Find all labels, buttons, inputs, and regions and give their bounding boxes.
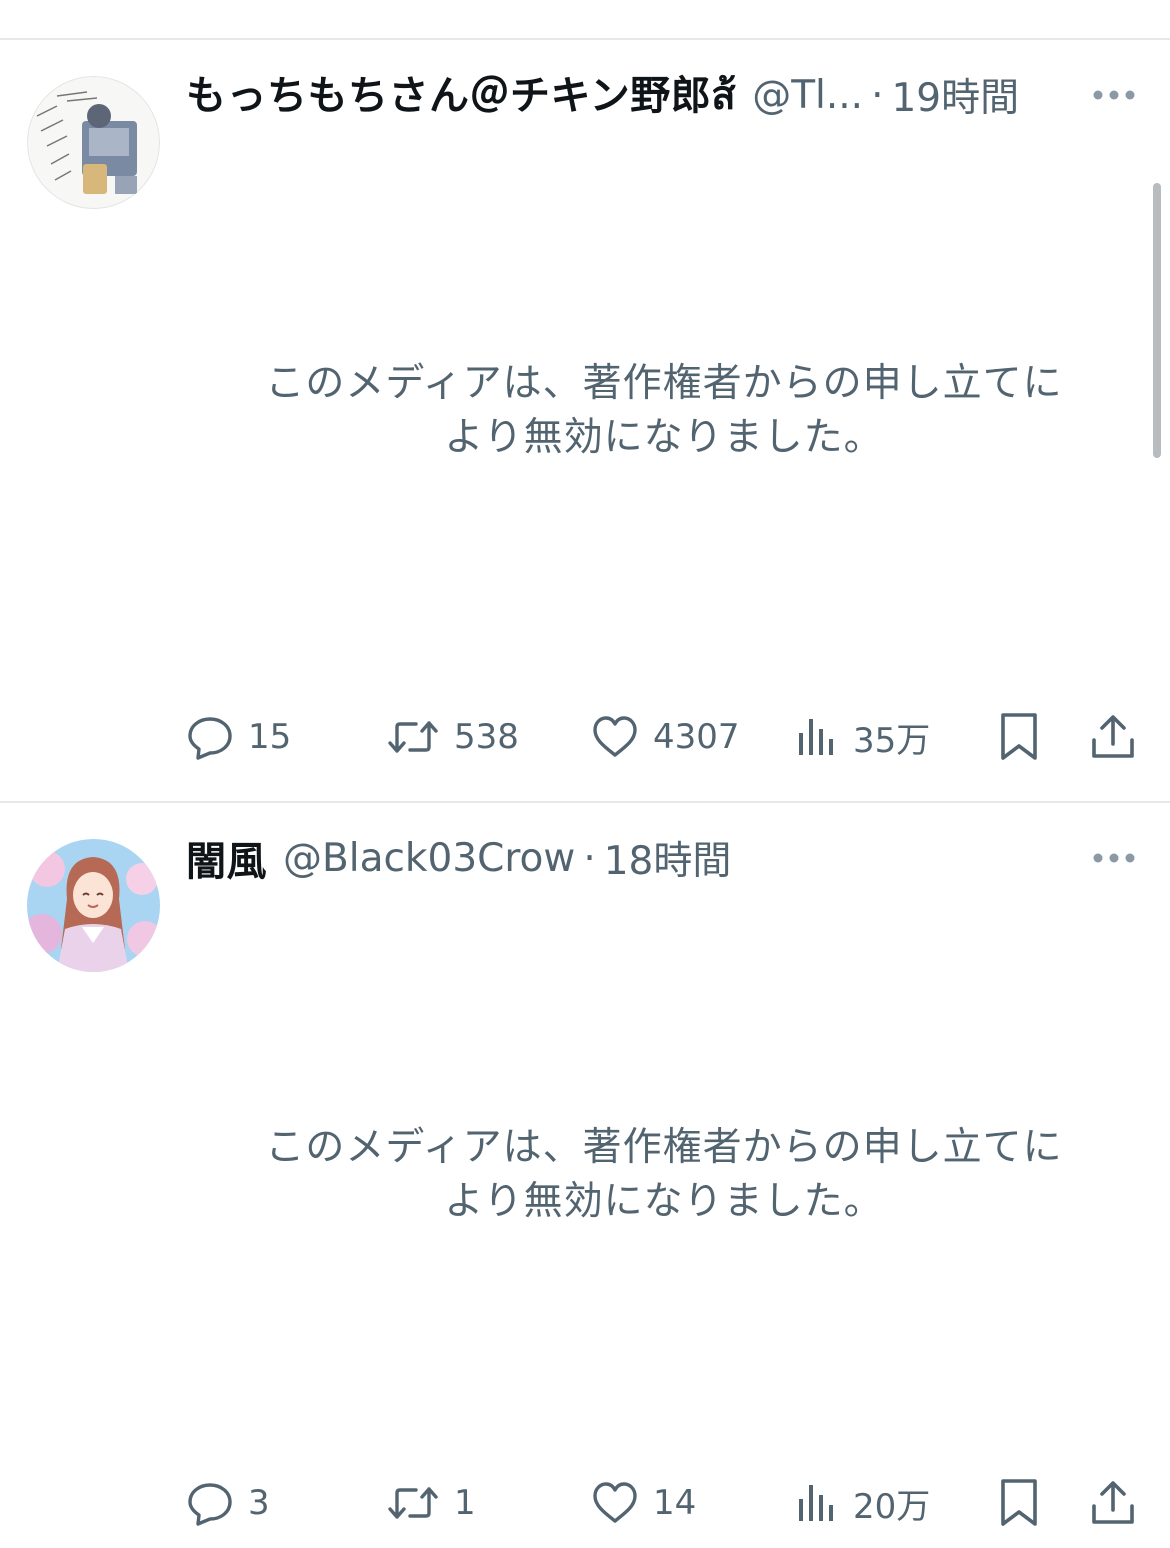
- timestamp[interactable]: 18時間: [604, 830, 732, 886]
- views-button[interactable]: 35万: [795, 707, 930, 767]
- notice-line-2: より無効になりました。: [444, 415, 884, 460]
- ellipsis-icon: [1093, 90, 1135, 100]
- view-count: 35万: [853, 720, 931, 761]
- tweet-2[interactable]: 闇風 @Black03Crow · 18時間 このメディアは、著作権者からの申し…: [0, 803, 1170, 1548]
- heart-icon: [593, 716, 637, 757]
- ellipsis-icon: [1093, 853, 1135, 863]
- view-count: 20万: [853, 1486, 931, 1527]
- retweet-arrows-icon: [388, 1487, 438, 1519]
- display-name[interactable]: もっちもちさん＠チキン野郎ส้: [186, 65, 736, 125]
- more-options-button[interactable]: [1092, 838, 1136, 878]
- display-name[interactable]: 闇風: [186, 829, 267, 887]
- reply-count: 15: [248, 717, 292, 757]
- tweet-header: もっちもちさん＠チキン野郎ส้ @Tl... · 19時間: [186, 65, 1050, 125]
- views-button[interactable]: 20万: [795, 1473, 930, 1533]
- share-button[interactable]: [1088, 707, 1138, 767]
- avatar[interactable]: [27, 76, 160, 209]
- user-handle[interactable]: @Black03Crow: [283, 836, 575, 881]
- speech-bubble-icon: [188, 1483, 232, 1526]
- timestamp[interactable]: 19時間: [891, 67, 1019, 123]
- action-bar: 3 1 14 20万: [0, 1473, 1170, 1533]
- notice-line-2: より無効になりました。: [444, 1179, 884, 1224]
- bar-chart-icon: [799, 1485, 833, 1521]
- bookmark-icon: [1001, 1479, 1037, 1526]
- tweet-header: 闇風 @Black03Crow · 18時間: [186, 828, 1050, 888]
- user-handle[interactable]: @Tl...: [752, 73, 863, 118]
- like-button[interactable]: 14: [591, 1473, 696, 1533]
- more-options-button[interactable]: [1092, 75, 1136, 115]
- like-count: 14: [653, 1483, 697, 1523]
- notice-line-1: このメディアは、著作権者からの申し立てに: [265, 1125, 1063, 1170]
- share-button[interactable]: [1088, 1473, 1138, 1533]
- like-count: 4307: [653, 717, 740, 757]
- bookmark-button[interactable]: [997, 707, 1041, 767]
- like-button[interactable]: 4307: [591, 707, 740, 767]
- share-upload-icon: [1092, 715, 1134, 758]
- separator-dot: ·: [871, 72, 884, 118]
- share-upload-icon: [1092, 1481, 1134, 1524]
- reply-button[interactable]: 15: [186, 707, 291, 767]
- reply-count: 3: [248, 1483, 270, 1523]
- heart-icon: [593, 1482, 637, 1523]
- notice-line-1: このメディアは、著作権者からの申し立てに: [265, 361, 1063, 406]
- avatar[interactable]: [27, 839, 160, 972]
- speech-bubble-icon: [188, 717, 232, 760]
- retweet-count: 538: [454, 717, 519, 757]
- retweet-button[interactable]: 1: [386, 1473, 476, 1533]
- retweet-button[interactable]: 538: [386, 707, 519, 767]
- scrollbar[interactable]: [1153, 183, 1161, 458]
- media-unavailable-notice: このメディアは、著作権者からの申し立てに より無効になりました。: [186, 1121, 1142, 1229]
- retweet-arrows-icon: [388, 721, 438, 753]
- action-bar: 15 538 4307 35万: [0, 707, 1170, 767]
- reply-button[interactable]: 3: [186, 1473, 270, 1533]
- bookmark-button[interactable]: [997, 1473, 1041, 1533]
- bar-chart-icon: [799, 719, 833, 755]
- retweet-count: 1: [454, 1483, 476, 1523]
- media-unavailable-notice: このメディアは、著作権者からの申し立てに より無効になりました。: [186, 357, 1142, 465]
- tweet-1[interactable]: もっちもちさん＠チキン野郎ส้ @Tl... · 19時間 このメディアは、著作…: [0, 0, 1170, 802]
- separator-dot: ·: [583, 835, 596, 881]
- bookmark-icon: [1001, 713, 1037, 760]
